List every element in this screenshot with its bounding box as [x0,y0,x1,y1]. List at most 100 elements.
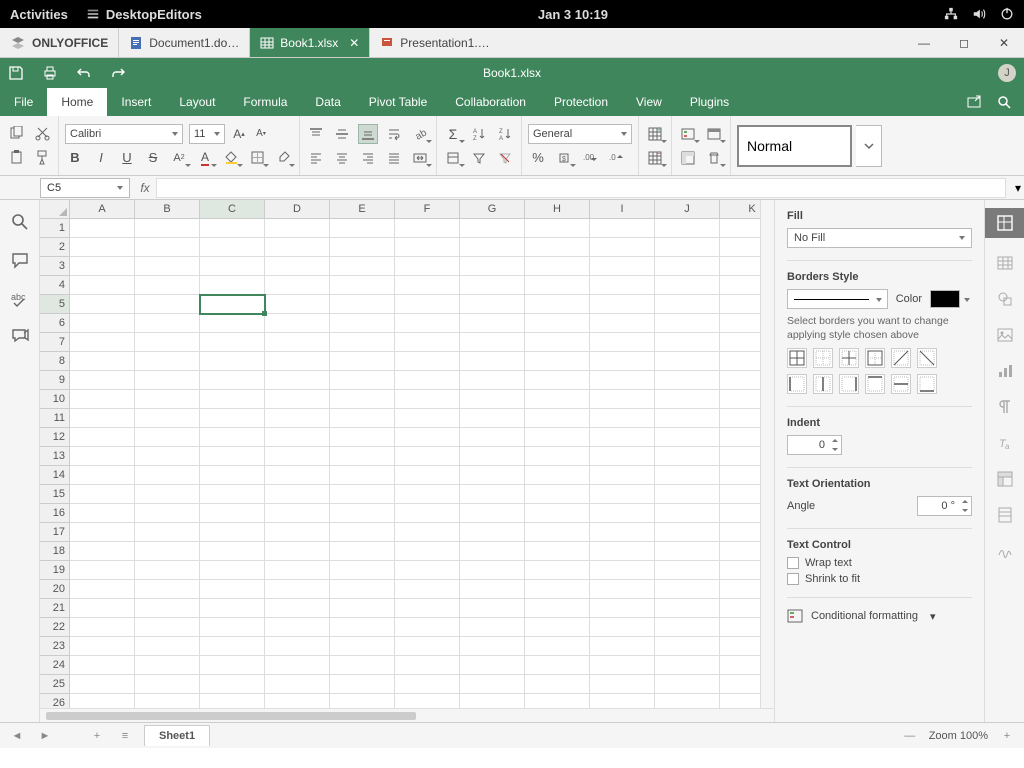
cell[interactable] [590,580,655,599]
cell[interactable] [395,257,460,276]
cell[interactable] [265,352,330,371]
cell[interactable] [655,561,720,580]
column-header[interactable]: F [395,200,460,219]
cell[interactable] [460,523,525,542]
fill-color-button[interactable] [221,148,241,168]
row-header[interactable]: 20 [40,580,70,599]
cell[interactable] [460,580,525,599]
save-icon[interactable] [8,65,24,81]
cell[interactable] [70,656,135,675]
cell[interactable] [655,504,720,523]
cell[interactable] [655,656,720,675]
cell[interactable] [265,409,330,428]
window-maximize-button[interactable]: ◻ [944,28,984,57]
cell[interactable] [200,656,265,675]
cell[interactable] [70,504,135,523]
cell[interactable] [330,352,395,371]
cell[interactable] [200,542,265,561]
sheet-list-button[interactable]: ≡ [116,727,134,745]
cell[interactable] [655,637,720,656]
cell[interactable] [135,466,200,485]
number-format-select[interactable]: General [528,124,632,144]
cell[interactable] [265,485,330,504]
cell[interactable] [395,561,460,580]
named-ranges-button[interactable] [443,148,463,168]
window-close-button[interactable]: ✕ [984,28,1024,57]
cell[interactable] [655,523,720,542]
cell[interactable] [460,466,525,485]
menu-pivot[interactable]: Pivot Table [355,88,441,116]
cell[interactable] [200,314,265,333]
cut-button[interactable] [32,124,52,144]
cell[interactable] [135,257,200,276]
row-header[interactable]: 11 [40,409,70,428]
cell[interactable] [135,675,200,694]
border-inner-button[interactable] [839,348,859,368]
cell[interactable] [330,580,395,599]
cell[interactable] [655,542,720,561]
cell[interactable] [70,352,135,371]
sort-desc-button[interactable]: ZA [495,124,515,144]
user-avatar[interactable]: J [998,64,1016,82]
cell[interactable] [590,561,655,580]
sub-sup-button[interactable]: A2 [169,148,189,168]
cell[interactable] [70,466,135,485]
cell[interactable] [525,390,590,409]
cell[interactable] [525,542,590,561]
cell[interactable] [590,409,655,428]
column-header[interactable]: B [135,200,200,219]
row-header[interactable]: 18 [40,542,70,561]
border-bottom-button[interactable] [917,374,937,394]
cell[interactable] [460,371,525,390]
row-header[interactable]: 23 [40,637,70,656]
cell[interactable] [135,371,200,390]
cell[interactable] [525,371,590,390]
cell[interactable] [395,428,460,447]
cell[interactable] [395,618,460,637]
cell[interactable] [265,257,330,276]
menu-protection[interactable]: Protection [540,88,622,116]
percent-button[interactable]: % [528,148,548,168]
menu-collab[interactable]: Collaboration [441,88,540,116]
cell[interactable] [200,238,265,257]
cell[interactable] [460,504,525,523]
cell[interactable] [70,542,135,561]
cell[interactable] [395,352,460,371]
cell[interactable] [330,371,395,390]
cell[interactable] [460,485,525,504]
border-right-button[interactable] [839,374,859,394]
cell[interactable] [590,371,655,390]
undo-icon[interactable] [76,65,92,81]
currency-button[interactable]: $ [554,148,574,168]
cell[interactable] [70,257,135,276]
cell[interactable] [265,447,330,466]
cell[interactable] [330,314,395,333]
add-sheet-button[interactable]: + [88,727,106,745]
indent-spinner[interactable]: 0 [787,435,842,455]
cell[interactable] [330,656,395,675]
font-color-button[interactable]: A [195,148,215,168]
cell[interactable] [395,504,460,523]
cell[interactable] [590,599,655,618]
cell[interactable] [460,675,525,694]
cell[interactable] [200,333,265,352]
cell[interactable] [200,599,265,618]
cell[interactable] [395,333,460,352]
cell[interactable] [655,409,720,428]
cell[interactable] [525,219,590,238]
border-diag-down-button[interactable] [917,348,937,368]
cell[interactable] [135,314,200,333]
cell[interactable] [655,447,720,466]
cell[interactable] [590,238,655,257]
cell[interactable] [460,409,525,428]
cell[interactable] [265,637,330,656]
italic-button[interactable]: I [91,148,111,168]
angle-spinner[interactable]: 0 ° [917,496,972,516]
cell[interactable] [265,295,330,314]
cell[interactable] [590,675,655,694]
cell[interactable] [135,428,200,447]
align-left-button[interactable] [306,148,326,168]
cell[interactable] [395,466,460,485]
cell[interactable] [460,656,525,675]
cell[interactable] [135,485,200,504]
